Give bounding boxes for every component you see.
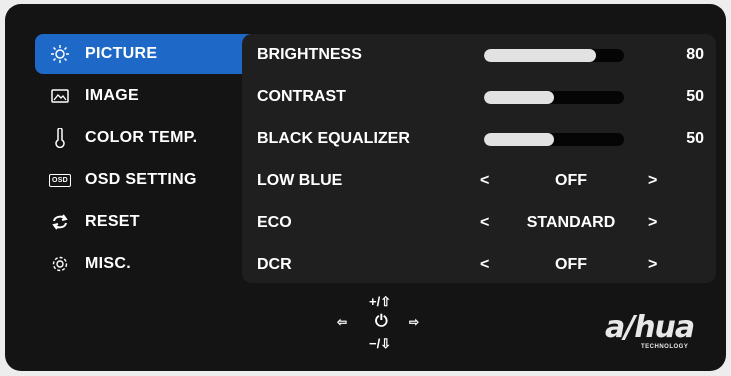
dcr-label: DCR (257, 256, 292, 273)
eco-row[interactable]: ECO < STANDARD > (242, 202, 716, 244)
black-equalizer-label: BLACK EQUALIZER (257, 130, 410, 147)
exit-key-icon: ⇦ (337, 315, 348, 329)
brightness-value: 80 (686, 46, 704, 63)
brand-name: a/hua (605, 310, 695, 345)
dcr-row[interactable]: DCR < OFF > (242, 244, 716, 286)
low-blue-value: OFF (555, 172, 587, 189)
osd-menu-screen: PICTURE IMAGE COLOR TEMP. OSD OSD SETTIN… (5, 4, 726, 371)
chevron-left-icon[interactable]: < (480, 256, 489, 274)
osd-icon: OSD (48, 169, 72, 191)
eco-label: ECO (257, 214, 292, 231)
up-key-icon: +/⇧ (369, 294, 392, 309)
brand-tagline: TECHNOLOGY (641, 344, 689, 350)
slider-fill (484, 91, 554, 104)
low-blue-row[interactable]: LOW BLUE < OFF > (242, 160, 716, 202)
low-blue-label: LOW BLUE (257, 172, 343, 189)
brightness-slider[interactable] (484, 49, 624, 62)
sidebar-item-label: RESET (85, 213, 140, 230)
sidebar-item-osd-setting[interactable]: OSD OSD SETTING (35, 160, 257, 200)
osd-sidebar: PICTURE IMAGE COLOR TEMP. OSD OSD SETTIN… (35, 34, 257, 286)
sidebar-item-label: MISC. (85, 255, 131, 272)
thermometer-icon (49, 127, 71, 149)
image-icon (49, 85, 71, 107)
chevron-right-icon[interactable]: > (648, 214, 657, 232)
power-icon: ⏻ (375, 313, 388, 330)
sidebar-item-label: OSD SETTING (85, 171, 197, 188)
slider-fill (484, 133, 554, 146)
contrast-value: 50 (686, 88, 704, 105)
sidebar-item-color-temp[interactable]: COLOR TEMP. (35, 118, 257, 158)
chevron-left-icon[interactable]: < (480, 214, 489, 232)
contrast-label: CONTRAST (257, 88, 346, 105)
chevron-right-icon[interactable]: > (648, 256, 657, 274)
sidebar-item-label: IMAGE (85, 87, 139, 104)
reset-icon (49, 211, 71, 233)
sidebar-item-image[interactable]: IMAGE (35, 76, 257, 116)
black-equalizer-row[interactable]: BLACK EQUALIZER 50 (242, 118, 716, 160)
brightness-label: BRIGHTNESS (257, 46, 362, 63)
slider-fill (484, 49, 596, 62)
contrast-slider[interactable] (484, 91, 624, 104)
osd-icon-text: OSD (48, 173, 72, 187)
chevron-right-icon[interactable]: > (648, 172, 657, 190)
dahua-logo: a/hua TECHNOLOGY (605, 310, 725, 354)
navigation-keys-hint: +/⇧ ⇦ ⏻ ⇨ −/⇩ (335, 294, 445, 356)
sidebar-item-reset[interactable]: RESET (35, 202, 257, 242)
sidebar-item-label: COLOR TEMP. (85, 129, 198, 146)
sun-icon (49, 43, 71, 65)
sidebar-item-picture[interactable]: PICTURE (35, 34, 257, 74)
chevron-left-icon[interactable]: < (480, 172, 489, 190)
sidebar-item-misc[interactable]: MISC. (35, 244, 257, 284)
sidebar-item-label: PICTURE (85, 45, 158, 62)
picture-settings-panel: BRIGHTNESS 80 CONTRAST 50 BLACK EQUALIZE… (242, 34, 716, 283)
black-equalizer-value: 50 (686, 130, 704, 147)
contrast-row[interactable]: CONTRAST 50 (242, 76, 716, 118)
black-equalizer-slider[interactable] (484, 133, 624, 146)
dcr-value: OFF (555, 256, 587, 273)
enter-key-icon: ⇨ (409, 315, 420, 329)
gear-icon (49, 253, 71, 275)
brightness-row[interactable]: BRIGHTNESS 80 (242, 34, 716, 76)
eco-value: STANDARD (526, 214, 616, 231)
down-key-icon: −/⇩ (369, 336, 392, 351)
